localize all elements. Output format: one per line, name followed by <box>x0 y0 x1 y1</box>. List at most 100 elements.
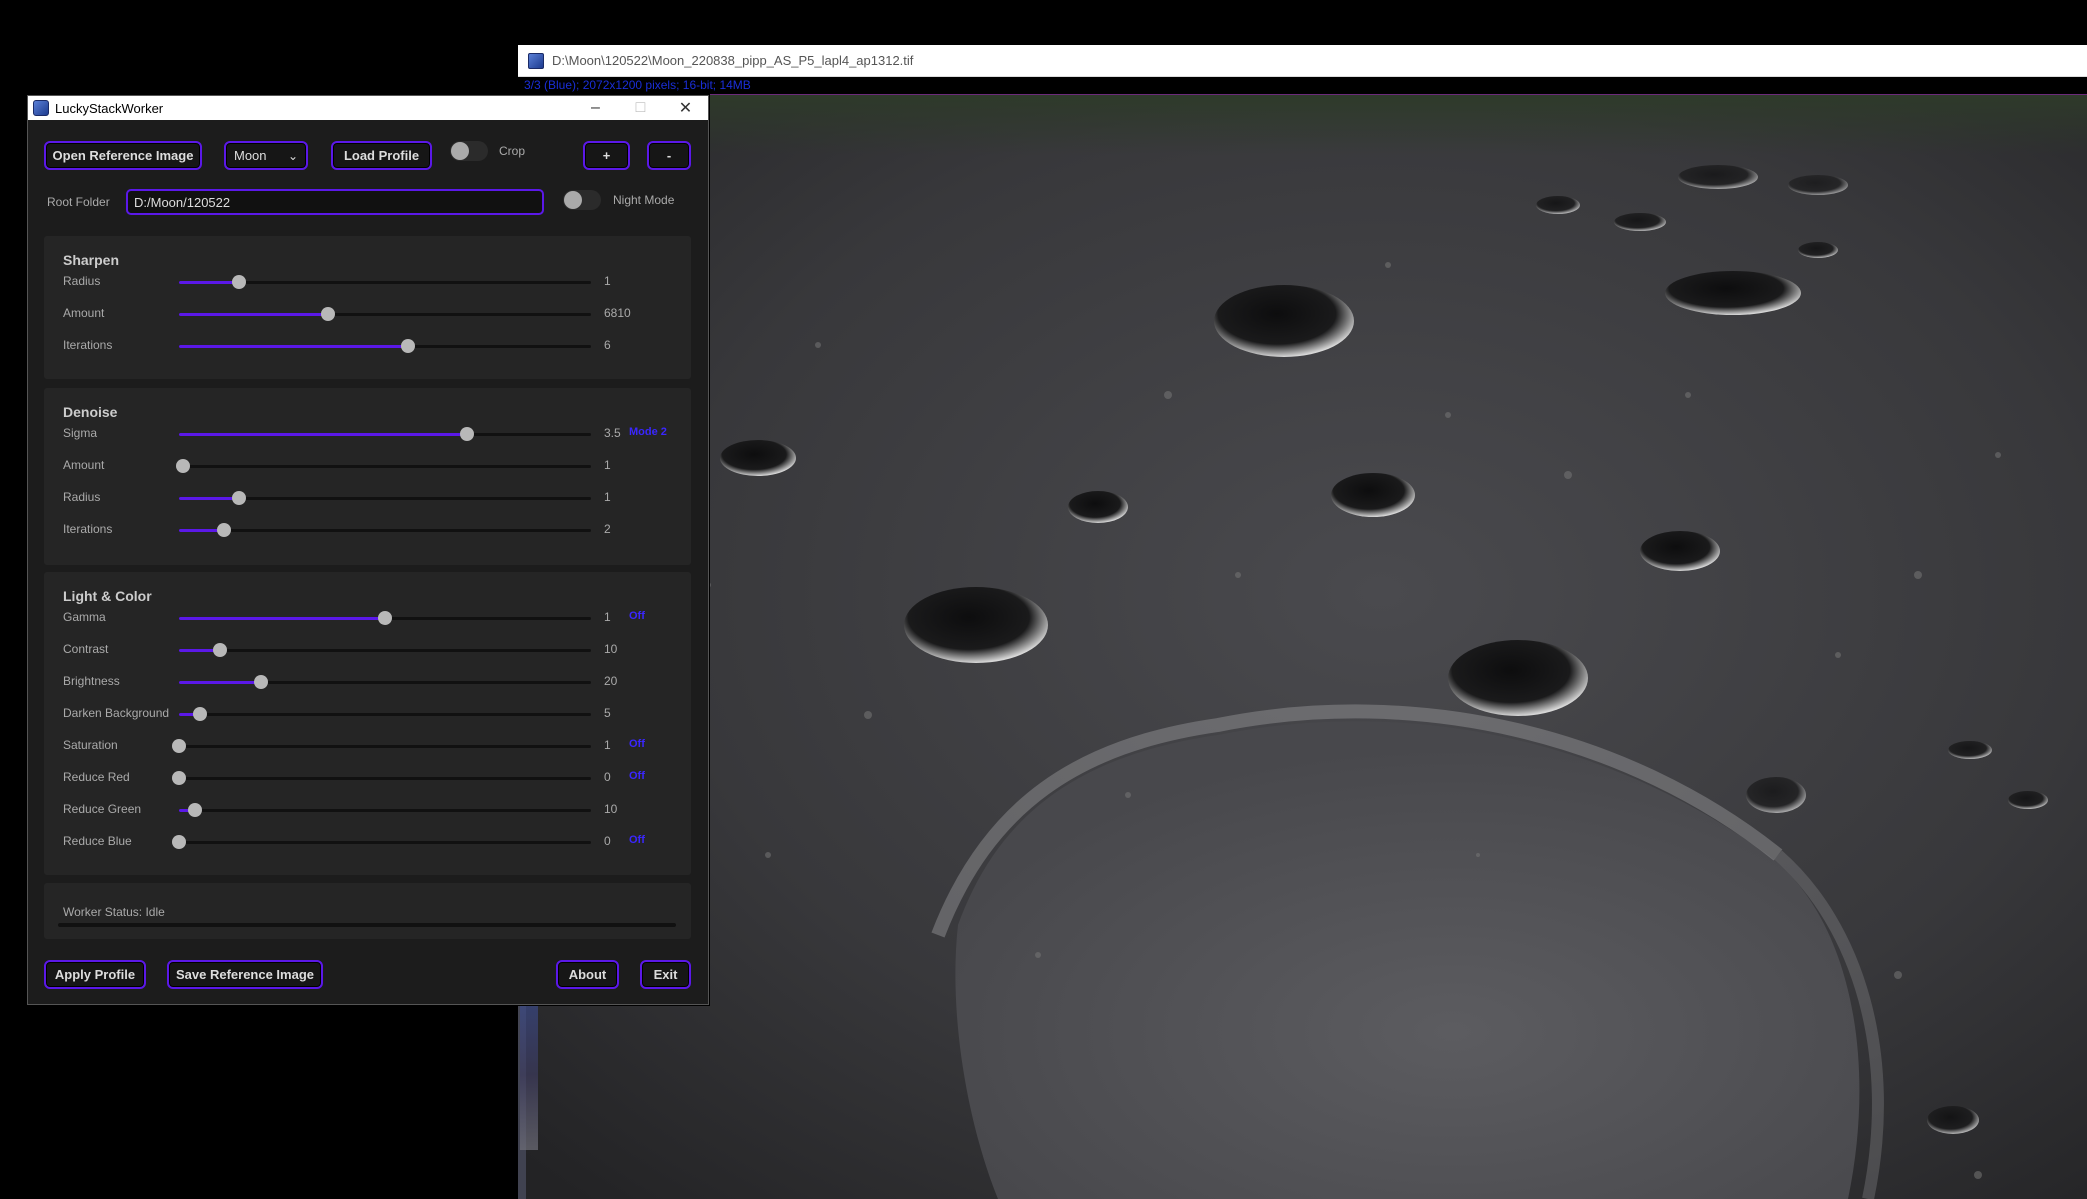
light-badge-reduce-red[interactable]: Off <box>629 770 645 782</box>
sharpen-slider-radius[interactable] <box>179 275 591 289</box>
slider-thumb[interactable] <box>231 491 246 505</box>
night-mode-toggle-knob <box>564 191 582 209</box>
crop-label: Crop <box>499 144 526 158</box>
sharpen-slider-amount[interactable] <box>179 307 591 321</box>
night-mode-label: Night Mode <box>613 193 675 207</box>
light-slider-saturation[interactable] <box>172 739 591 753</box>
denoise-slider-iterations[interactable] <box>179 523 591 537</box>
light-label-brightness: Brightness <box>63 674 120 688</box>
crop-toggle-knob <box>451 142 469 160</box>
light-slider-reduce-red[interactable] <box>172 771 591 785</box>
denoise-slider-radius[interactable] <box>179 491 591 505</box>
denoise-row-radius: Radius 1 <box>44 482 691 514</box>
light-slider-gamma[interactable] <box>179 611 591 625</box>
minimize-button[interactable]: – <box>573 96 618 120</box>
light-slider-contrast[interactable] <box>179 643 591 657</box>
slider-thumb[interactable] <box>192 707 207 721</box>
light-label-reduce-green: Reduce Green <box>63 802 142 816</box>
denoise-badge-sigma[interactable]: Mode 2 <box>629 426 667 438</box>
light-slider-darken-background[interactable] <box>179 707 591 721</box>
denoise-value-amount: 1 <box>604 458 611 472</box>
root-folder-input[interactable] <box>126 189 544 215</box>
profile-select-value: Moon <box>234 148 267 163</box>
sharpen-label-radius: Radius <box>63 274 101 288</box>
slider-thumb[interactable] <box>188 803 203 817</box>
night-mode-toggle[interactable] <box>563 190 601 210</box>
slider-thumb[interactable] <box>172 739 186 753</box>
slider-thumb[interactable] <box>213 643 228 657</box>
sharpen-row-radius: Radius 1 <box>44 266 691 298</box>
zoom-out-button[interactable]: - <box>647 141 691 170</box>
light-value-brightness: 20 <box>604 674 618 688</box>
sharpen-label-amount: Amount <box>63 306 105 320</box>
light-badge-gamma[interactable]: Off <box>629 610 645 622</box>
light-label-gamma: Gamma <box>63 610 106 624</box>
load-profile-button[interactable]: Load Profile <box>331 141 432 170</box>
slider-thumb[interactable] <box>172 835 186 849</box>
light-slider-brightness[interactable] <box>179 675 591 689</box>
light-value-saturation: 1 <box>604 738 611 752</box>
light-label-reduce-red: Reduce Red <box>63 770 130 784</box>
slider-thumb[interactable] <box>321 307 336 321</box>
denoise-slider-amount[interactable] <box>176 459 591 473</box>
viewer-image-info: 3/3 (Blue); 2072x1200 pixels; 16-bit; 14… <box>524 78 751 92</box>
sharpen-slider-iterations[interactable] <box>179 339 591 353</box>
light-row-gamma: Gamma 1 Off <box>44 602 691 634</box>
image-viewer-window: D:\Moon\120522\Moon_220838_pipp_AS_P5_la… <box>518 45 2087 1199</box>
profile-select[interactable]: Moon ⌄ <box>224 141 308 170</box>
sharpen-row-amount: Amount 6810 <box>44 298 691 330</box>
slider-thumb[interactable] <box>231 275 246 289</box>
progress-bar <box>58 923 676 927</box>
light-value-gamma: 1 <box>604 610 611 624</box>
sharpen-value-iterations: 6 <box>604 338 611 352</box>
light-label-saturation: Saturation <box>63 738 118 752</box>
light-slider-reduce-green[interactable] <box>179 803 591 817</box>
close-button[interactable]: ✕ <box>663 96 708 120</box>
slider-fill <box>179 281 239 284</box>
about-button[interactable]: About <box>556 960 619 989</box>
slider-thumb[interactable] <box>400 339 415 353</box>
denoise-row-amount: Amount 1 <box>44 450 691 482</box>
exit-button[interactable]: Exit <box>640 960 691 989</box>
maximize-button[interactable]: □ <box>618 96 663 120</box>
light-label-contrast: Contrast <box>63 642 109 656</box>
slider-thumb[interactable] <box>254 675 269 689</box>
denoise-label-amount: Amount <box>63 458 105 472</box>
light-row-contrast: Contrast 10 <box>44 634 691 666</box>
denoise-label-radius: Radius <box>63 490 101 504</box>
sharpen-row-iterations: Iterations 6 <box>44 330 691 362</box>
slider-thumb[interactable] <box>176 459 191 473</box>
slider-thumb[interactable] <box>460 427 475 441</box>
denoise-slider-sigma[interactable] <box>179 427 591 441</box>
denoise-value-radius: 1 <box>604 490 611 504</box>
zoom-in-button[interactable]: + <box>583 141 630 170</box>
slider-thumb[interactable] <box>378 611 392 625</box>
light-row-reduce-blue: Reduce Blue 0 Off <box>44 826 691 858</box>
viewer-title: D:\Moon\120522\Moon_220838_pipp_AS_P5_la… <box>552 53 914 68</box>
denoise-label-sigma: Sigma <box>63 426 98 440</box>
root-folder-label: Root Folder <box>47 195 110 209</box>
slider-thumb[interactable] <box>172 771 186 785</box>
crop-toggle[interactable] <box>450 141 488 161</box>
light-row-reduce-red: Reduce Red 0 Off <box>44 762 691 794</box>
apply-profile-button[interactable]: Apply Profile <box>44 960 146 989</box>
save-reference-image-button[interactable]: Save Reference Image <box>167 960 323 989</box>
moon-surface-image[interactable] <box>518 95 2087 1199</box>
slider-fill <box>179 497 239 500</box>
light-badge-saturation[interactable]: Off <box>629 738 645 750</box>
open-reference-image-button[interactable]: Open Reference Image <box>44 141 202 170</box>
sharpen-label-iterations: Iterations <box>63 338 113 352</box>
light-row-brightness: Brightness 20 <box>44 666 691 698</box>
luckystackworker-window: LuckyStackWorker – □ ✕ Open Reference Im… <box>27 95 709 1005</box>
light-color-section: Light & Color Gamma 1 Off Contrast 10 Brightn… <box>44 572 691 875</box>
light-value-darken-background: 5 <box>604 706 611 720</box>
light-row-saturation: Saturation 1 Off <box>44 730 691 762</box>
slider-thumb[interactable] <box>217 523 232 537</box>
light-slider-reduce-blue[interactable] <box>172 835 591 849</box>
light-badge-reduce-blue[interactable]: Off <box>629 834 645 846</box>
denoise-section: Denoise Sigma 3.5 Mode 2 Amount 1 Radius 1 Iter… <box>44 388 691 565</box>
denoise-row-iterations: Iterations 2 <box>44 514 691 546</box>
app-title: LuckyStackWorker <box>55 100 164 116</box>
denoise-row-sigma: Sigma 3.5 Mode 2 <box>44 418 691 450</box>
app-titlebar: LuckyStackWorker – □ ✕ <box>28 96 708 120</box>
